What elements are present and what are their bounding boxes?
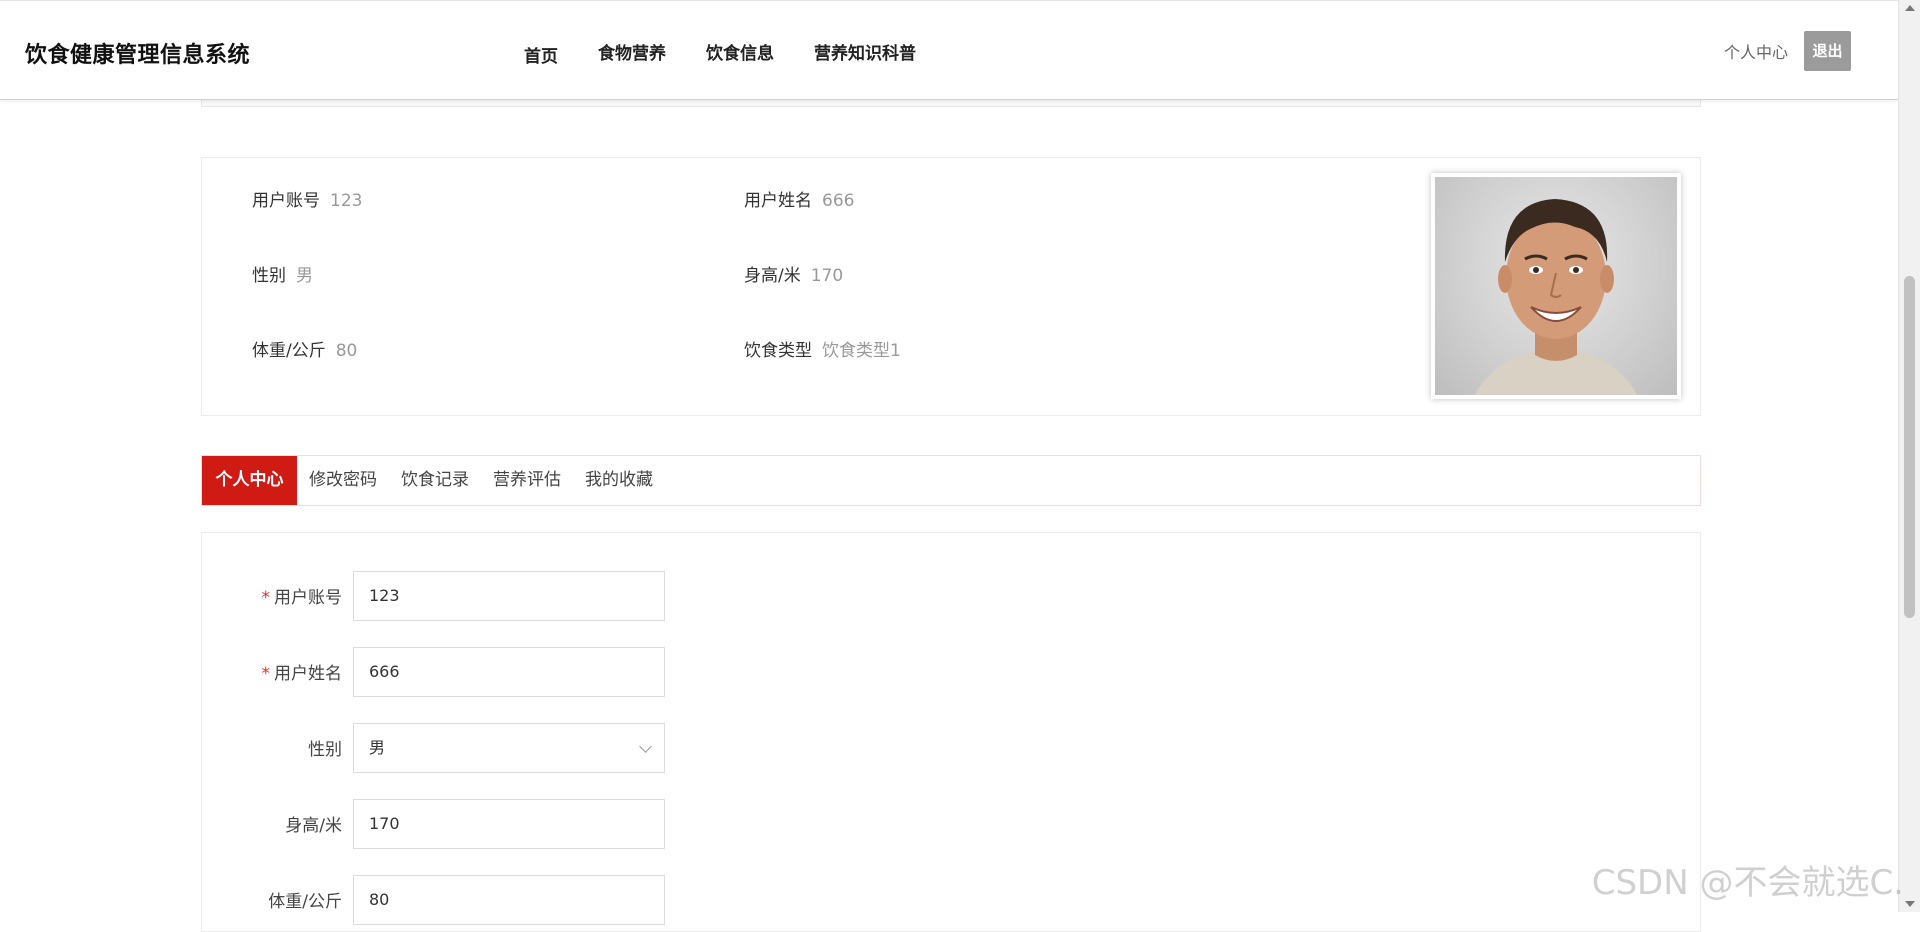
tab-my-favorites[interactable]: 我的收藏 bbox=[573, 456, 665, 505]
form-row-account: *用户账号 123 bbox=[202, 571, 802, 621]
profile-weight-label: 体重/公斤 bbox=[252, 341, 326, 361]
form-label-height: 身高/米 bbox=[285, 811, 342, 836]
name-input[interactable]: 666 bbox=[353, 647, 665, 697]
profile-account-value: 123 bbox=[330, 191, 362, 211]
profile-diet-type: 饮食类型饮食类型1 bbox=[744, 336, 901, 361]
logout-button[interactable]: 退出 bbox=[1804, 31, 1851, 71]
profile-diet-label: 饮食类型 bbox=[744, 341, 812, 361]
tab-diet-records[interactable]: 饮食记录 bbox=[389, 456, 481, 505]
form-label-name: *用户姓名 bbox=[262, 659, 343, 684]
profile-diet-value: 饮食类型1 bbox=[822, 341, 901, 361]
form-label-weight: 体重/公斤 bbox=[268, 887, 342, 912]
profile-gender: 性别男 bbox=[252, 261, 313, 286]
form-row-height: 身高/米 170 bbox=[202, 799, 802, 849]
avatar-frame bbox=[1431, 173, 1681, 399]
profile-account-label: 用户账号 bbox=[252, 191, 320, 211]
form-row-weight: 体重/公斤 80 bbox=[202, 875, 802, 925]
avatar bbox=[1435, 177, 1677, 395]
gender-select[interactable]: 男 bbox=[353, 723, 665, 773]
gender-select-value: 男 bbox=[369, 738, 385, 757]
top-header: 饮食健康管理信息系统 首页 食物营养 饮食信息 营养知识科普 个人中心 退出 bbox=[0, 0, 1898, 100]
form-row-name: *用户姓名 666 bbox=[202, 647, 802, 697]
account-input[interactable]: 123 bbox=[353, 571, 665, 621]
weight-input[interactable]: 80 bbox=[353, 875, 665, 925]
chevron-down-icon bbox=[639, 740, 652, 753]
profile-tabs: 个人中心 修改密码 饮食记录 营养评估 我的收藏 bbox=[201, 455, 1701, 506]
required-marker: * bbox=[262, 588, 271, 608]
tab-nutrition-assessment[interactable]: 营养评估 bbox=[481, 456, 573, 505]
header-user-area: 个人中心 退出 bbox=[1724, 31, 1851, 71]
profile-name: 用户姓名 666 bbox=[744, 186, 854, 211]
tab-change-password[interactable]: 修改密码 bbox=[297, 456, 389, 505]
form-label-gender: 性别 bbox=[308, 735, 342, 760]
height-input[interactable]: 170 bbox=[353, 799, 665, 849]
profile-weight: 体重/公斤 80 bbox=[252, 336, 357, 361]
tab-personal-center[interactable]: 个人中心 bbox=[202, 456, 297, 505]
watermark: CSDN @不会就选C. bbox=[1592, 855, 1904, 904]
profile-weight-value: 80 bbox=[336, 341, 358, 361]
profile-gender-value: 男 bbox=[296, 266, 313, 286]
profile-gender-label: 性别 bbox=[252, 266, 286, 286]
profile-height-label: 身高/米 bbox=[744, 266, 801, 286]
scroll-up-arrow-icon[interactable] bbox=[1905, 5, 1915, 11]
nav-food-nutrition[interactable]: 食物营养 bbox=[598, 39, 666, 67]
scroll-down-arrow-icon[interactable] bbox=[1905, 901, 1915, 907]
profile-name-value: 666 bbox=[822, 191, 854, 211]
page-scrollbar[interactable] bbox=[1898, 0, 1920, 912]
form-row-gender: 性别 男 bbox=[202, 723, 802, 773]
profile-height: 身高/米 170 bbox=[744, 261, 843, 286]
required-marker: * bbox=[262, 664, 271, 684]
profile-form: *用户账号 123 *用户姓名 666 性别 男 身高/米 170 体重/公斤 … bbox=[201, 532, 1701, 932]
nav-nutrition-knowledge[interactable]: 营养知识科普 bbox=[814, 39, 916, 67]
nav-diet-info[interactable]: 饮食信息 bbox=[706, 39, 774, 67]
main-nav: 首页 食物营养 饮食信息 营养知识科普 bbox=[524, 39, 956, 67]
form-label-account: *用户账号 bbox=[262, 583, 343, 608]
user-center-link[interactable]: 个人中心 bbox=[1724, 39, 1788, 63]
scrollbar-thumb[interactable] bbox=[1904, 276, 1915, 618]
avatar-portrait-icon bbox=[1435, 177, 1677, 395]
profile-height-value: 170 bbox=[811, 266, 843, 286]
profile-info-card: 用户账号 123 用户姓名 666 性别男 身高/米 170 体重/公斤 80 饮食类型… bbox=[201, 157, 1701, 416]
site-title: 饮食健康管理信息系统 bbox=[25, 37, 250, 69]
profile-account: 用户账号 123 bbox=[252, 186, 362, 211]
nav-home[interactable]: 首页 bbox=[524, 42, 558, 67]
profile-name-label: 用户姓名 bbox=[744, 191, 812, 211]
